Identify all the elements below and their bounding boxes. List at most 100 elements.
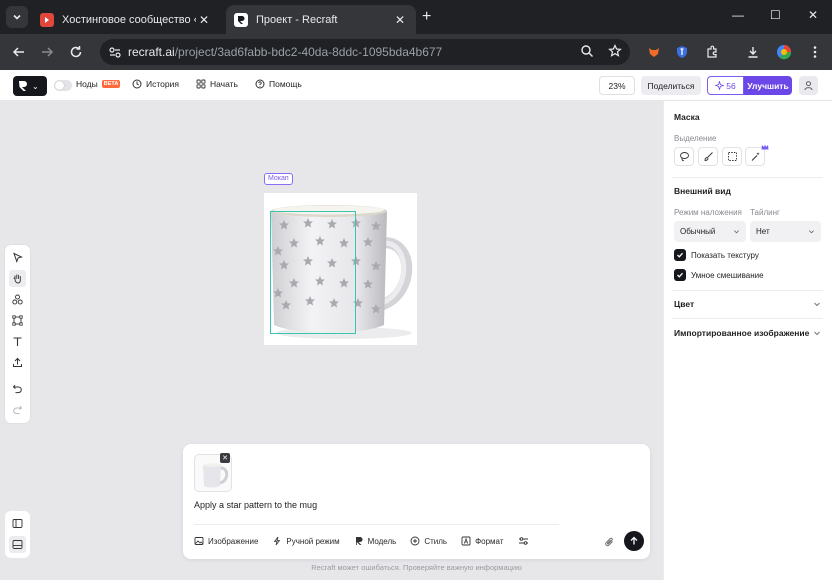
nodes-item[interactable]: Ноды BETA	[76, 79, 121, 89]
reload-button[interactable]	[67, 43, 85, 61]
prompt-box: ✕ Apply a star pattern to the mug Изобра…	[183, 444, 650, 559]
user-avatar[interactable]	[799, 76, 818, 95]
bookmark-star-icon[interactable]	[608, 44, 622, 58]
select-tool[interactable]	[9, 249, 26, 266]
nodes-label: Ноды	[76, 79, 98, 89]
frame-tool[interactable]	[9, 312, 26, 329]
chevron-down-icon	[734, 230, 739, 234]
extension-fox-icon[interactable]	[645, 43, 663, 61]
undo-button[interactable]	[9, 380, 26, 397]
close-tab-icon[interactable]: ✕	[392, 13, 408, 27]
brush-tool-button[interactable]	[698, 147, 718, 166]
download-icon[interactable]	[744, 43, 762, 61]
tab-favicon-icon	[40, 12, 54, 27]
model-button[interactable]: Модель	[354, 536, 397, 546]
new-tab-button[interactable]: +	[422, 9, 431, 25]
show-texture-checkbox[interactable]	[674, 249, 686, 261]
upgrade-button[interactable]: Улучшить	[744, 76, 792, 95]
format-label: Формат	[475, 536, 504, 546]
blend-mode-select[interactable]: Обычный	[674, 221, 746, 242]
hand-icon	[13, 274, 21, 284]
lasso-icon	[679, 152, 689, 162]
address-bar[interactable]: recraft.ai/project/3ad6fabb-bdc2-40da-8d…	[100, 39, 630, 65]
lasso-tool-button[interactable]	[674, 147, 694, 166]
start-button[interactable]: Начать	[196, 79, 238, 89]
grid-icon	[196, 79, 206, 89]
mask-title: Маска	[674, 112, 700, 122]
history-button[interactable]: История	[132, 79, 179, 89]
model-label: Модель	[367, 536, 397, 546]
forward-button[interactable]	[38, 43, 56, 61]
toggle-bottom-panel-button[interactable]	[9, 536, 26, 553]
show-texture-row[interactable]: Показать текстуру	[674, 249, 759, 261]
blend-mode-value: Обычный	[680, 227, 716, 236]
manual-mode-label: Ручной режим	[286, 536, 340, 546]
recraft-logo-icon	[19, 81, 27, 91]
sliders-icon	[518, 537, 528, 545]
premium-crown-icon	[761, 144, 769, 150]
plus-circle-icon	[410, 536, 420, 546]
color-section-header[interactable]: Цвет	[674, 299, 821, 309]
extension-shield-icon[interactable]	[673, 43, 691, 61]
app-topbar: ⌄ Ноды BETA История Начать Помощь 23% По…	[0, 70, 832, 101]
selection-label: Выделение	[674, 134, 717, 143]
close-window-icon[interactable]: ✕	[808, 8, 818, 22]
style-button[interactable]: Стиль	[410, 536, 447, 546]
selection-box[interactable]	[270, 211, 356, 334]
settings-sliders-button[interactable]	[518, 536, 529, 546]
checkmark-icon	[677, 252, 683, 258]
chevron-down-icon	[814, 302, 820, 307]
browser-navbar: recraft.ai/project/3ad6fabb-bdc2-40da-8d…	[0, 34, 832, 70]
bottom-panel-icon	[12, 540, 23, 549]
smart-blend-checkbox[interactable]	[674, 269, 686, 281]
nodes-toggle[interactable]	[54, 80, 72, 91]
profile-avatar[interactable]	[775, 43, 793, 61]
minimize-icon[interactable]: —	[732, 8, 744, 22]
smart-blend-row[interactable]: Умное смешивание	[674, 269, 764, 281]
text-tool[interactable]	[9, 333, 26, 350]
tab-search-button[interactable]	[6, 6, 28, 28]
browser-menu-icon[interactable]	[806, 43, 824, 61]
prompt-input[interactable]: Apply a star pattern to the mug	[194, 500, 317, 510]
share-button[interactable]: Поделиться	[641, 76, 701, 95]
redo-icon	[13, 405, 23, 415]
credits-button[interactable]: 56	[707, 76, 744, 95]
properties-panel: Маска Выделение Внешний вид Режим наложе…	[663, 101, 832, 580]
extensions-puzzle-icon[interactable]	[703, 43, 721, 61]
prompt-toolbar: Изображение Ручной режим Модель Стиль Фо…	[194, 536, 529, 546]
appearance-title: Внешний вид	[674, 186, 731, 196]
mockup-label[interactable]: Мокап	[264, 173, 293, 185]
site-info-icon[interactable]	[108, 45, 122, 59]
hand-tool[interactable]	[9, 270, 26, 287]
attach-button[interactable]	[602, 535, 616, 549]
close-tab-icon[interactable]: ✕	[196, 13, 212, 27]
history-icon	[132, 79, 142, 89]
chevron-down-icon	[809, 230, 814, 234]
browser-tab-hosting[interactable]: Хостинговое сообщество «Tim ✕	[32, 5, 220, 34]
remove-reference-button[interactable]: ✕	[220, 453, 230, 463]
browser-tab-recraft[interactable]: Проект - Recraft ✕	[226, 5, 416, 34]
zoom-lens-icon[interactable]	[580, 44, 594, 58]
format-button[interactable]: Формат	[461, 536, 504, 546]
url-path: /project/3ad6fabb-bdc2-40da-8ddc-1095bda…	[174, 45, 443, 59]
maximize-icon[interactable]: ☐	[770, 8, 781, 22]
toggle-left-panel-button[interactable]	[9, 515, 26, 532]
frame-icon	[12, 315, 23, 326]
image-option-button[interactable]: Изображение	[194, 536, 258, 546]
send-button[interactable]	[624, 531, 644, 551]
checkmark-icon	[677, 272, 683, 278]
main-menu-button[interactable]: ⌄	[13, 76, 47, 96]
back-button[interactable]	[10, 43, 28, 61]
shapes-icon	[12, 294, 23, 305]
imported-image-section-header[interactable]: Импортированное изображение	[674, 328, 821, 338]
nodes-tool[interactable]	[9, 291, 26, 308]
history-label: История	[146, 79, 179, 89]
url-host: recraft.ai	[128, 45, 175, 59]
help-button[interactable]: Помощь	[255, 79, 302, 89]
redo-button[interactable]	[9, 401, 26, 418]
tiling-select[interactable]: Нет	[750, 221, 821, 242]
manual-mode-button[interactable]: Ручной режим	[272, 536, 340, 546]
upload-tool[interactable]	[9, 354, 26, 371]
zoom-level-button[interactable]: 23%	[599, 76, 635, 95]
rect-select-tool-button[interactable]	[722, 147, 742, 166]
